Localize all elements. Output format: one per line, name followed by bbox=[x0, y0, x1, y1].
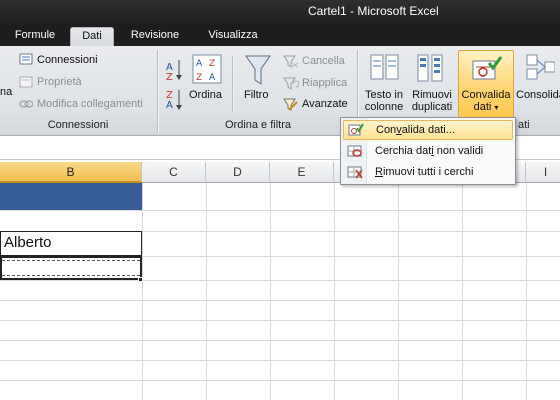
cell-b1-header-fill[interactable] bbox=[0, 183, 142, 210]
grid-line bbox=[0, 280, 560, 281]
column-header-c[interactable]: C bbox=[142, 162, 206, 183]
convalida-dropdown-menu: Convalida dati... Cerchia dati non valid… bbox=[340, 117, 516, 185]
column-header-e[interactable]: E bbox=[270, 162, 334, 183]
label-part: Con bbox=[376, 124, 397, 136]
label-mnemonic: R bbox=[375, 166, 383, 178]
chevron-down-icon: ▾ bbox=[494, 103, 499, 112]
grid-line bbox=[0, 320, 560, 321]
svg-text:Z: Z bbox=[196, 73, 202, 83]
label-part: alida dati... bbox=[401, 124, 455, 136]
group-separator bbox=[157, 50, 158, 132]
ordina-button[interactable]: Ordina bbox=[189, 89, 222, 101]
title-bar: Cartel1 - Microsoft Excel bbox=[0, 0, 560, 24]
clear-filter-icon bbox=[283, 55, 299, 68]
partial-button-label[interactable]: na bbox=[0, 86, 12, 98]
label-part: Cerchia dat bbox=[375, 145, 432, 157]
testo-in-colonne-label-line2: colonne bbox=[364, 101, 404, 113]
group-label-strumenti-fragment: ati bbox=[518, 119, 530, 131]
column-header-b[interactable]: B bbox=[0, 162, 142, 183]
fill-handle[interactable] bbox=[138, 277, 143, 282]
sort-dialog-icon: A Z Z A bbox=[192, 54, 222, 84]
consolidate-icon bbox=[526, 54, 555, 80]
avanzate-button[interactable]: Avanzate bbox=[302, 98, 348, 110]
cancella-button[interactable]: Cancella bbox=[302, 55, 345, 67]
data-validation-icon bbox=[472, 56, 503, 80]
grid-line bbox=[270, 183, 271, 400]
group-label-connessioni: Connessioni bbox=[47, 119, 109, 131]
convalida-label-line1: Convalida bbox=[461, 89, 511, 101]
window-title: Cartel1 - Microsoft Excel bbox=[308, 4, 439, 18]
menu-item-convalida-dati[interactable]: Convalida dati... bbox=[343, 120, 513, 140]
menu-item-rimuovi-tutti-i-cerchi[interactable]: Rimuovi tutti i cerchi bbox=[343, 163, 513, 183]
svg-text:Z: Z bbox=[209, 59, 215, 69]
svg-text:Z: Z bbox=[166, 72, 173, 83]
modifica-collegamenti-button[interactable]: Modifica collegamenti bbox=[37, 98, 143, 110]
worksheet-grid[interactable]: Alberto bbox=[0, 183, 560, 400]
rimuovi-duplicati-label-line1: Rimuovi bbox=[412, 89, 452, 101]
circle-invalid-icon bbox=[347, 145, 362, 157]
tab-formule[interactable]: Formule bbox=[4, 27, 66, 46]
rimuovi-duplicati-button[interactable]: Rimuovi duplicati bbox=[408, 89, 456, 113]
testo-in-colonne-button[interactable]: Testo in colonne bbox=[361, 89, 407, 113]
copy-marquee bbox=[2, 260, 140, 276]
grid-line bbox=[0, 380, 560, 381]
data-validation-icon bbox=[348, 123, 364, 136]
grid-line bbox=[398, 183, 399, 400]
consolida-button[interactable]: Consolida bbox=[516, 89, 560, 101]
svg-text:A: A bbox=[166, 100, 173, 111]
svg-text:A: A bbox=[209, 73, 216, 83]
cell-b4-active[interactable] bbox=[0, 256, 142, 280]
menu-item-label: Convalida dati... bbox=[376, 124, 455, 136]
clear-circles-icon bbox=[347, 166, 363, 179]
filter-funnel-icon bbox=[245, 55, 271, 85]
group-label-ordina-e-filtra: Ordina e filtra bbox=[224, 119, 292, 131]
column-header-i[interactable]: I bbox=[526, 162, 560, 183]
proprieta-button[interactable]: Proprietà bbox=[37, 76, 82, 88]
grid-line bbox=[334, 183, 335, 400]
excel-window: Cartel1 - Microsoft Excel Formule Dati R… bbox=[0, 0, 560, 400]
connessioni-button[interactable]: Connessioni bbox=[37, 54, 98, 66]
properties-icon bbox=[19, 76, 33, 88]
cell-b3[interactable]: Alberto bbox=[0, 231, 142, 256]
edit-links-icon bbox=[19, 100, 33, 108]
tab-dati[interactable]: Dati bbox=[70, 27, 114, 46]
convalida-label-line2-wrap: dati ▾ bbox=[459, 101, 513, 114]
riapplica-button[interactable]: Riapplica bbox=[302, 77, 347, 89]
grid-line bbox=[206, 183, 207, 400]
separator bbox=[232, 56, 233, 112]
connections-icon bbox=[19, 53, 33, 65]
column-header-d[interactable]: D bbox=[206, 162, 270, 183]
convalida-dati-label: Convalida dati ▾ bbox=[459, 89, 513, 114]
grid-line bbox=[0, 340, 560, 341]
grid-line bbox=[142, 183, 143, 400]
ribbon-tab-row: Formule Dati Revisione Visualizza bbox=[0, 24, 560, 46]
grid-line bbox=[0, 210, 560, 211]
label-part: imuovi tutti i cerchi bbox=[382, 166, 474, 178]
text-to-columns-icon bbox=[370, 54, 399, 80]
advanced-filter-icon bbox=[283, 98, 298, 111]
grid-line bbox=[0, 300, 560, 301]
grid-line bbox=[0, 360, 560, 361]
reapply-filter-icon bbox=[283, 77, 299, 90]
grid-line bbox=[462, 183, 463, 400]
testo-in-colonne-label-line1: Testo in bbox=[365, 89, 403, 101]
menu-item-label: Rimuovi tutti i cerchi bbox=[375, 166, 473, 178]
filtro-button[interactable]: Filtro bbox=[244, 89, 268, 101]
tab-visualizza[interactable]: Visualizza bbox=[198, 27, 268, 46]
rimuovi-duplicati-label-line2: duplicati bbox=[411, 101, 453, 113]
tab-revisione[interactable]: Revisione bbox=[122, 27, 188, 46]
convalida-label-line2: dati bbox=[473, 101, 492, 113]
convalida-dati-button[interactable]: Convalida dati ▾ bbox=[458, 50, 514, 118]
sort-az-icons: A Z Z A bbox=[166, 60, 182, 111]
label-part: non validi bbox=[433, 145, 484, 157]
svg-text:A: A bbox=[196, 59, 203, 69]
menu-item-cerchia-dati-non-validi[interactable]: Cerchia dati non validi bbox=[343, 142, 513, 162]
menu-item-label: Cerchia dati non validi bbox=[375, 145, 483, 157]
grid-line bbox=[526, 183, 527, 400]
remove-duplicates-icon bbox=[417, 54, 443, 82]
